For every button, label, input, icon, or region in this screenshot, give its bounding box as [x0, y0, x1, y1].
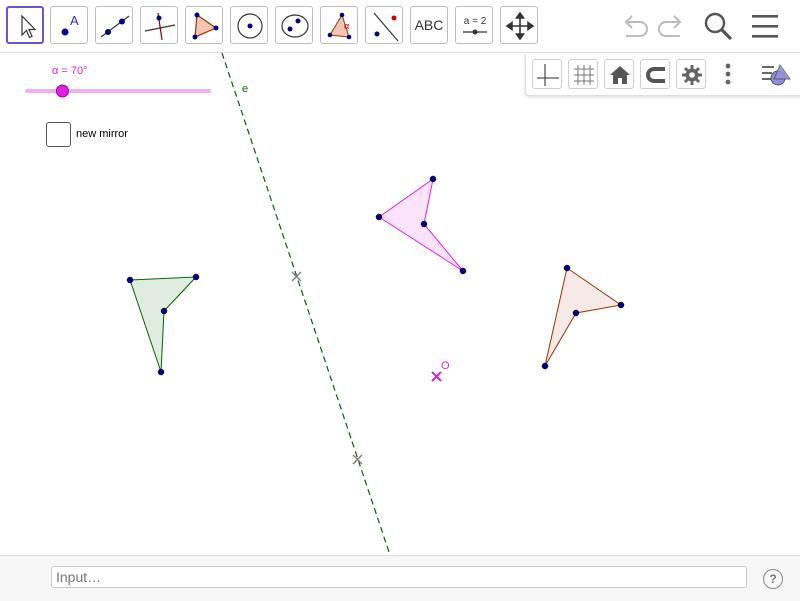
undo-icon[interactable]: [618, 12, 652, 42]
brown-polygon-vertex[interactable]: [572, 309, 580, 317]
new-mirror-checkbox[interactable]: [46, 122, 71, 147]
rotation-center-marker[interactable]: [431, 371, 442, 382]
point-tool-label: A: [70, 13, 79, 28]
polygon-icon: [192, 12, 219, 40]
circle-tool-button[interactable]: [230, 6, 268, 44]
settings-button[interactable]: [676, 59, 706, 89]
slider-tool-button[interactable]: a = 2: [455, 6, 493, 44]
pink-polygon-vertex[interactable]: [429, 175, 437, 183]
magnet-icon: [646, 67, 665, 83]
mirror-line-e[interactable]: [221, 53, 391, 555]
green-polygon-vertex[interactable]: [160, 307, 168, 315]
brown-polygon-vertex[interactable]: [563, 264, 571, 272]
perpendicular-line-tool-button[interactable]: [140, 6, 178, 44]
polygon-tool-button[interactable]: [185, 6, 223, 44]
circle-icon: [237, 13, 263, 39]
axes-icon: [537, 64, 559, 86]
slider-label: α = 70°: [52, 65, 88, 77]
grid-icon: [574, 65, 594, 85]
slider-tool-label: a = 2: [464, 16, 487, 27]
home-icon: [610, 66, 630, 84]
brown-polygon[interactable]: [544, 267, 623, 367]
home-view-button[interactable]: [604, 59, 634, 89]
move-graphics-tool-button[interactable]: [500, 6, 538, 44]
axes-toggle-button[interactable]: [532, 59, 562, 89]
pink-polygon-vertex[interactable]: [375, 213, 383, 221]
hamburger-menu-icon[interactable]: [750, 13, 780, 41]
move-arrows-icon: [505, 11, 535, 41]
line-icon: [100, 15, 130, 38]
graphics-style-bar: [525, 55, 800, 96]
angle-tool-label: α: [344, 21, 349, 31]
help-icon[interactable]: ?: [763, 569, 783, 589]
move-tool-button[interactable]: [6, 6, 44, 44]
pink-polygon-vertex[interactable]: [420, 220, 428, 228]
more-vertical-icon[interactable]: [720, 61, 736, 89]
gear-icon: [682, 65, 702, 85]
green-polygon-vertex[interactable]: [192, 273, 200, 281]
angle-tool-button[interactable]: α: [320, 6, 358, 44]
green-polygon-vertex[interactable]: [157, 368, 165, 376]
ellipse-icon: [281, 14, 309, 38]
perpendicular-icon: [144, 12, 176, 41]
point-capturing-button[interactable]: [640, 59, 670, 89]
toggle-stylebar-icon[interactable]: [758, 61, 796, 89]
slider-knob[interactable]: [55, 84, 69, 98]
reflect-icon: [373, 12, 399, 42]
angle-icon: α: [327, 12, 352, 40]
input-bar: ?: [0, 555, 800, 601]
redo-icon[interactable]: [654, 12, 688, 42]
green-polygon-vertex[interactable]: [126, 276, 134, 284]
rotation-center-label: O: [441, 360, 450, 372]
toolbar: A α ABC a = 2: [0, 0, 800, 53]
new-mirror-label: new mirror: [76, 128, 128, 140]
slider-icon: a = 2: [463, 16, 487, 35]
reflect-tool-button[interactable]: [365, 6, 403, 44]
mirror-line-label: e: [242, 83, 248, 95]
pink-polygon-vertex[interactable]: [459, 267, 467, 275]
point-tool-button[interactable]: A: [50, 6, 88, 44]
line-tool-button[interactable]: [95, 6, 133, 44]
mirror-point-marker[interactable]: [291, 271, 302, 282]
text-tool-label: ABC: [414, 17, 444, 33]
grid-toggle-button[interactable]: [568, 59, 598, 89]
green-polygon[interactable]: [129, 276, 198, 373]
ellipse-tool-button[interactable]: [275, 6, 313, 44]
brown-polygon-vertex[interactable]: [617, 301, 625, 309]
search-icon[interactable]: [702, 10, 736, 44]
text-tool-button[interactable]: ABC: [410, 6, 448, 44]
brown-polygon-vertex[interactable]: [541, 362, 549, 370]
algebra-input[interactable]: [51, 566, 747, 588]
point-icon: A: [61, 13, 79, 36]
arrow-pointer-icon: [21, 14, 37, 39]
